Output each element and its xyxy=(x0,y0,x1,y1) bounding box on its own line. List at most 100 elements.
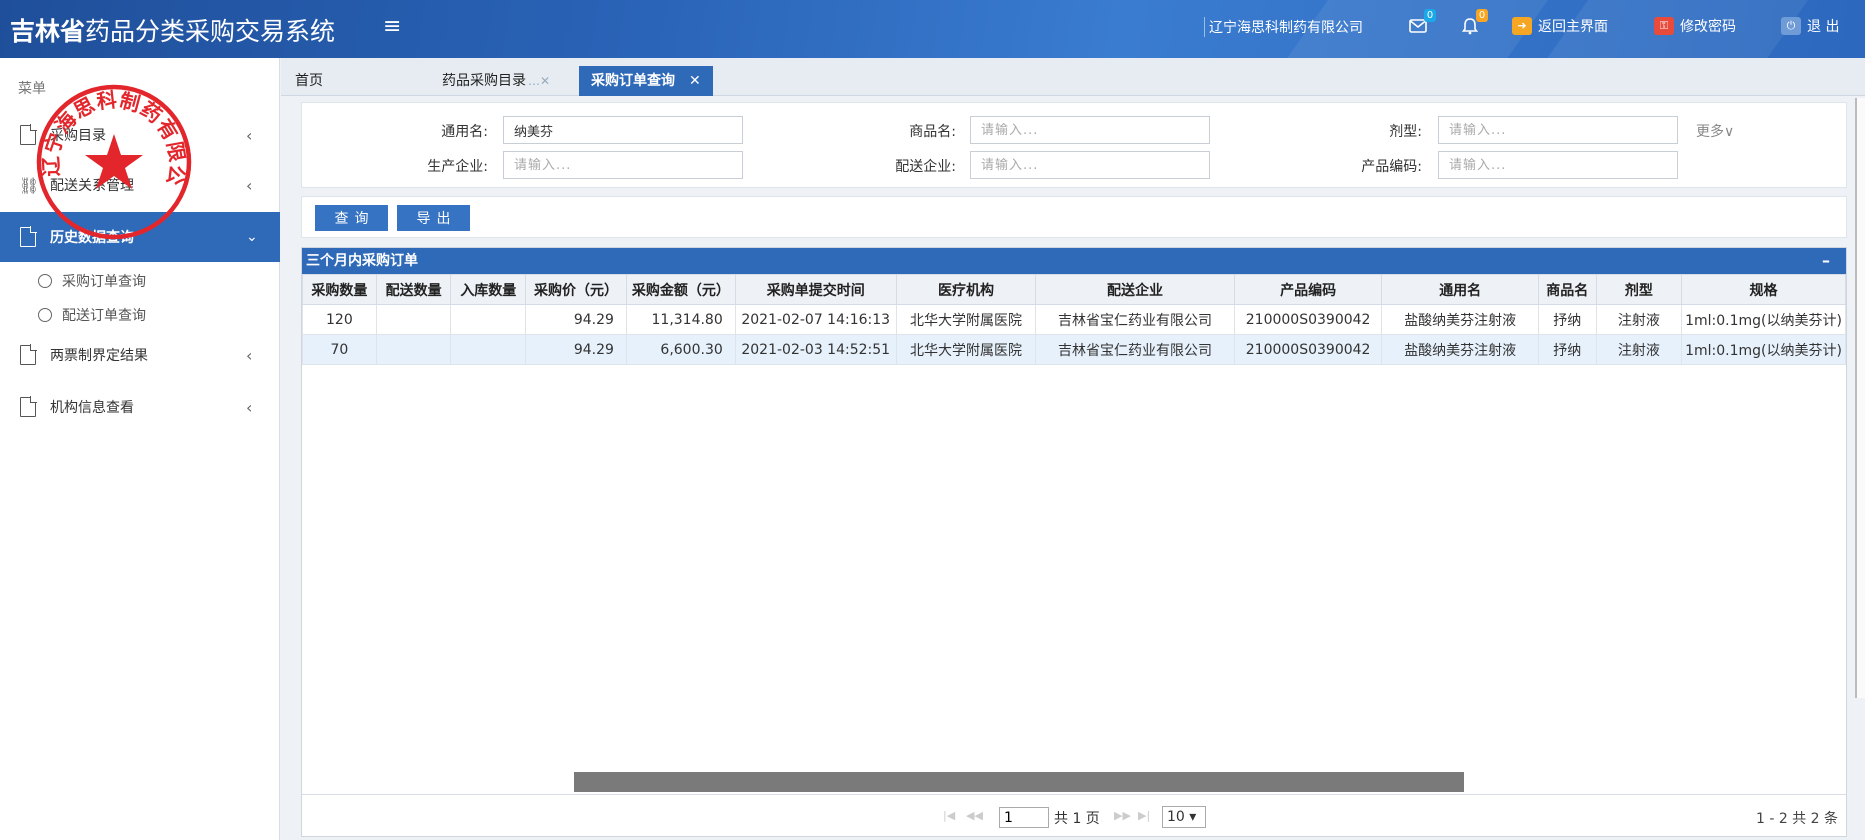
sidebar-subitem-purchase-order-query[interactable]: 采购订单查询 xyxy=(0,264,280,298)
table-cell: 70 xyxy=(302,334,377,365)
column-header[interactable]: 通用名 xyxy=(1381,274,1539,305)
side-panel-edge xyxy=(1855,98,1865,698)
record-summary: 1 - 2 共 2 条 xyxy=(1755,811,1838,827)
manufacturer-label: 生产企业: xyxy=(427,159,488,175)
close-tab-icon[interactable]: …✕ xyxy=(528,74,550,88)
action-bar: 查询 导出 xyxy=(301,196,1847,238)
sidebar-subitem-delivery-order-query[interactable]: 配送订单查询 xyxy=(0,298,280,332)
table-cell: 210000S0390042 xyxy=(1233,334,1383,365)
tab-home[interactable]: 首页 xyxy=(295,66,323,96)
mail-badge: 0 xyxy=(1424,9,1436,22)
first-page-icon[interactable]: |◀ xyxy=(943,809,955,822)
table-cell: 11,314.80 xyxy=(625,304,736,335)
logout-link[interactable]: ⏻ 退 出 xyxy=(1781,16,1839,36)
table-cell: 注射液 xyxy=(1595,304,1683,335)
more-filters-toggle[interactable]: 更多∨ xyxy=(1696,121,1734,141)
table-cell: 盐酸纳美芬注射液 xyxy=(1381,334,1539,365)
company-name: 辽宁海思科制药有限公司 xyxy=(1204,17,1363,37)
table-header-row: 采购数量 配送数量 入库数量 采购价（元） 采购金额（元） 采购单提交时间 医疗… xyxy=(302,274,1846,305)
column-header[interactable]: 商品名 xyxy=(1537,274,1597,305)
change-password-link[interactable]: ⚿ 修改密码 xyxy=(1654,16,1736,36)
table-cell: 94.29 xyxy=(525,334,627,365)
dropdown-arrow-icon: ▾ xyxy=(1189,809,1197,825)
menu-toggle-icon[interactable]: ≡ xyxy=(383,14,401,39)
page-size-value: 10 xyxy=(1167,809,1185,825)
column-header[interactable]: 采购价（元） xyxy=(525,274,627,305)
query-button[interactable]: 查询 xyxy=(315,205,388,231)
close-tab-icon[interactable]: ✕ xyxy=(689,73,701,89)
sidebar-item-institution-info[interactable]: 机构信息查看 ‹ xyxy=(0,382,280,432)
sidebar-item-two-invoice-result[interactable]: 两票制界定结果 ‹ xyxy=(0,330,280,380)
distributor-label: 配送企业: xyxy=(895,159,956,175)
table-cell xyxy=(450,304,527,335)
column-header[interactable]: 配送数量 xyxy=(375,274,452,305)
table-cell xyxy=(375,304,452,335)
chevron-left-icon: ‹ xyxy=(246,125,253,145)
trade-name-label: 商品名: xyxy=(909,124,956,140)
grid-title-bar: 三个月内采购订单 – xyxy=(302,248,1846,274)
column-header[interactable]: 产品编码 xyxy=(1233,274,1383,305)
last-page-icon[interactable]: ▶| xyxy=(1138,809,1150,822)
prev-page-icon[interactable]: ◀◀ xyxy=(966,809,983,822)
export-button[interactable]: 导出 xyxy=(397,205,470,231)
tab-bar: 首页 药品采购目录 …✕ 采购订单查询 ✕ xyxy=(281,58,1865,96)
table-cell: 吉林省宝仁药业有限公司 xyxy=(1035,304,1235,335)
column-header[interactable]: 采购单提交时间 xyxy=(734,274,897,305)
table-cell: 94.29 xyxy=(525,304,627,335)
dosage-form-input[interactable] xyxy=(1438,116,1678,144)
chevron-left-icon: ‹ xyxy=(246,345,253,365)
column-header[interactable]: 采购数量 xyxy=(302,274,377,305)
table-row[interactable]: 70 94.29 6,600.30 2021-02-03 14:52:51 北华… xyxy=(302,334,1846,365)
dosage-form-label: 剂型: xyxy=(1389,124,1422,140)
table-row[interactable]: 120 94.29 11,314.80 2021-02-07 14:16:13 … xyxy=(302,304,1846,335)
table-cell: 注射液 xyxy=(1595,334,1683,365)
table-cell: 120 xyxy=(302,304,377,335)
grid-title: 三个月内采购订单 xyxy=(306,253,418,269)
purchase-order-grid: 三个月内采购订单 – 采购数量 配送数量 入库数量 采购价（元） 采购金额（元）… xyxy=(301,247,1847,837)
trade-name-input[interactable] xyxy=(970,116,1210,144)
tab-drug-catalog[interactable]: 药品采购目录 …✕ xyxy=(442,66,550,96)
company-seal-stamp: 辽宁海思科制药有限公司 xyxy=(34,82,192,240)
generic-name-input[interactable] xyxy=(503,116,743,144)
tab-label: 首页 xyxy=(295,73,323,89)
home-icon: ➜ xyxy=(1512,17,1532,35)
column-header[interactable]: 规格 xyxy=(1681,274,1846,305)
column-header[interactable]: 配送企业 xyxy=(1035,274,1235,305)
manufacturer-input[interactable] xyxy=(503,151,743,179)
circle-icon xyxy=(38,308,52,322)
table-cell: 盐酸纳美芬注射液 xyxy=(1381,304,1539,335)
table-cell: 210000S0390042 xyxy=(1233,304,1383,335)
table-cell xyxy=(375,334,452,365)
page-number-input[interactable] xyxy=(999,807,1049,828)
horizontal-scrollbar-thumb[interactable] xyxy=(574,772,1464,792)
collapse-button[interactable]: – xyxy=(1822,248,1830,274)
mail-button[interactable]: 0 xyxy=(1408,9,1436,38)
page-size-select[interactable]: 10 ▾ xyxy=(1162,806,1206,828)
notification-button[interactable]: 0 xyxy=(1460,9,1488,38)
table-cell: 2021-02-07 14:16:13 xyxy=(734,304,897,335)
power-icon: ⏻ xyxy=(1781,17,1801,35)
home-label: 返回主界面 xyxy=(1538,19,1608,35)
change-password-label: 修改密码 xyxy=(1680,19,1736,35)
column-header[interactable]: 入库数量 xyxy=(450,274,527,305)
table-cell: 北华大学附属医院 xyxy=(895,334,1037,365)
document-icon xyxy=(20,344,37,365)
app-title-rest: 药品分类采购交易系统 xyxy=(85,17,336,46)
table-cell: 抒纳 xyxy=(1537,304,1597,335)
total-pages: 共 1 页 xyxy=(1054,811,1100,827)
home-link[interactable]: ➜ 返回主界面 xyxy=(1512,16,1608,36)
tab-label: 药品采购目录 xyxy=(442,73,526,89)
sidebar-subitem-label: 配送订单查询 xyxy=(62,308,146,324)
tab-purchase-order-query[interactable]: 采购订单查询 ✕ xyxy=(579,66,713,96)
product-code-input[interactable] xyxy=(1438,151,1678,179)
distributor-input[interactable] xyxy=(970,151,1210,179)
sidebar-subitem-label: 采购订单查询 xyxy=(62,274,146,290)
notification-badge: 0 xyxy=(1476,9,1488,22)
table-cell xyxy=(450,334,527,365)
column-header[interactable]: 医疗机构 xyxy=(895,274,1037,305)
column-header[interactable]: 剂型 xyxy=(1595,274,1683,305)
column-header[interactable]: 采购金额（元） xyxy=(625,274,736,305)
chevron-left-icon: ‹ xyxy=(246,397,253,417)
next-page-icon[interactable]: ▶▶ xyxy=(1114,809,1131,822)
table-cell: 吉林省宝仁药业有限公司 xyxy=(1035,334,1235,365)
